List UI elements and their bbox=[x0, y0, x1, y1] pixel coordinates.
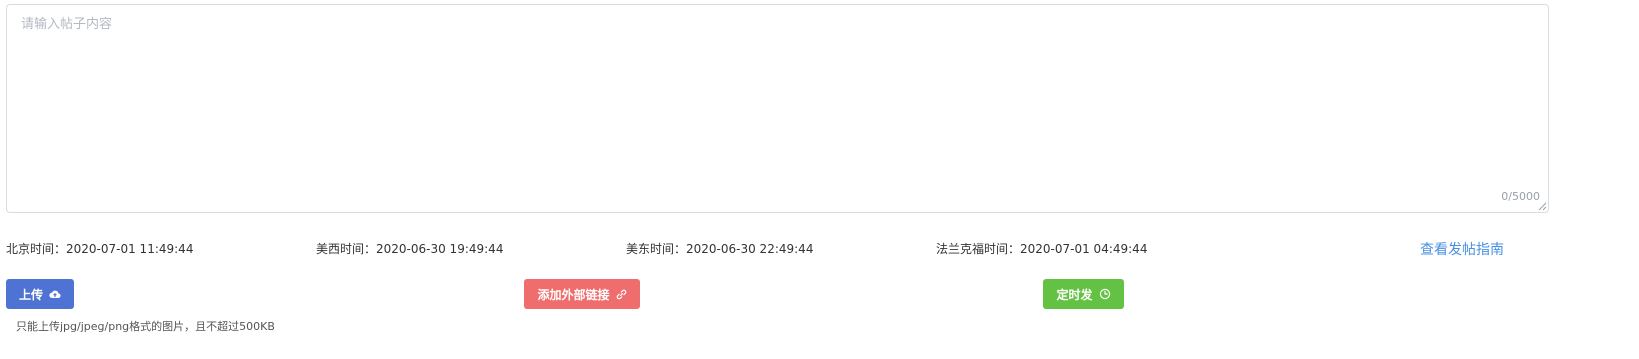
schedule-post-button[interactable]: 定时发 bbox=[1043, 279, 1124, 309]
resize-handle-icon[interactable] bbox=[1538, 202, 1547, 211]
beijing-time: 北京时间：2020-07-01 11:49:44 bbox=[6, 242, 194, 256]
cloud-upload-icon bbox=[49, 290, 61, 299]
clock-icon bbox=[1099, 288, 1110, 300]
upload-button[interactable]: 上传 bbox=[6, 279, 74, 309]
schedule-post-label: 定时发 bbox=[1056, 287, 1093, 302]
us-west-time: 美西时间：2020-06-30 19:49:44 bbox=[316, 242, 504, 256]
posting-guide-link[interactable]: 查看发帖指南 bbox=[1420, 239, 1504, 259]
post-content-editor: 0/5000 bbox=[6, 4, 1549, 213]
add-external-link-button[interactable]: 添加外部链接 bbox=[524, 279, 640, 309]
upload-format-hint: 只能上传jpg/jpeg/png格式的图片，且不超过500KB bbox=[16, 320, 275, 333]
upload-button-label: 上传 bbox=[18, 287, 43, 302]
frankfurt-time: 法兰克福时间：2020-07-01 04:49:44 bbox=[936, 242, 1148, 256]
us-east-time: 美东时间：2020-06-30 22:49:44 bbox=[626, 242, 814, 256]
add-external-link-label: 添加外部链接 bbox=[537, 287, 610, 302]
link-icon bbox=[616, 289, 626, 299]
post-content-textarea[interactable] bbox=[7, 5, 1548, 212]
post-composer: 0/5000 北京时间：2020-07-01 11:49:44 美西时间：202… bbox=[0, 0, 1639, 359]
character-counter: 0/5000 bbox=[1501, 190, 1540, 203]
